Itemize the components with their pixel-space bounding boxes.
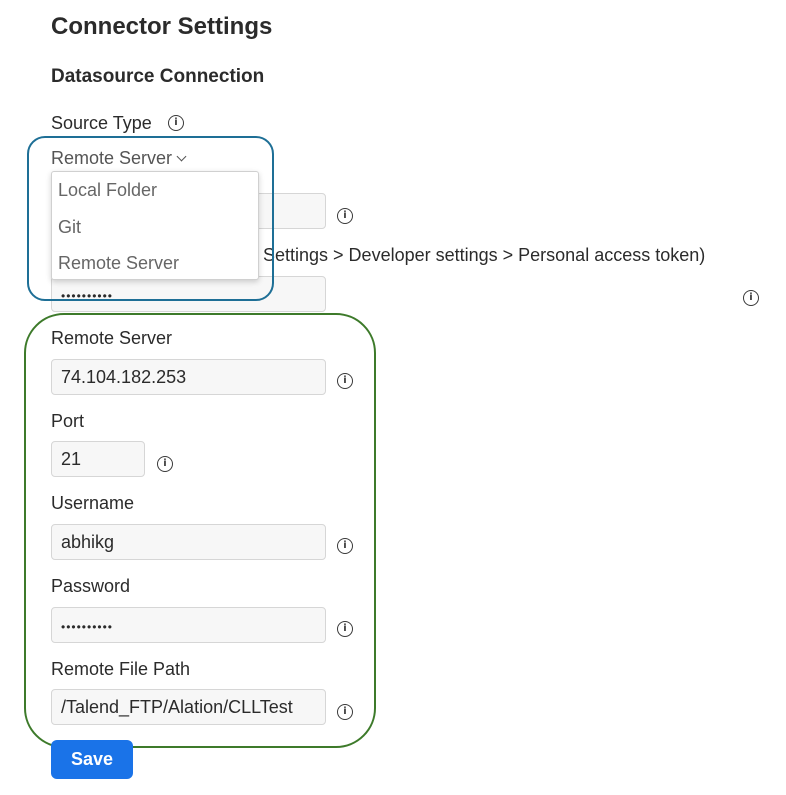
highlight-source-type xyxy=(27,136,274,301)
info-icon[interactable]: i xyxy=(337,208,353,224)
section-title: Datasource Connection xyxy=(51,66,265,87)
info-icon[interactable]: i xyxy=(168,115,184,131)
info-icon[interactable]: i xyxy=(743,290,759,306)
page-title: Connector Settings xyxy=(51,13,273,40)
highlight-remote-server-fields xyxy=(24,313,376,748)
save-button[interactable]: Save xyxy=(51,740,133,779)
token-hint-text: Settings > Developer settings > Personal… xyxy=(263,245,706,265)
source-type-label: Source Type xyxy=(51,113,152,133)
